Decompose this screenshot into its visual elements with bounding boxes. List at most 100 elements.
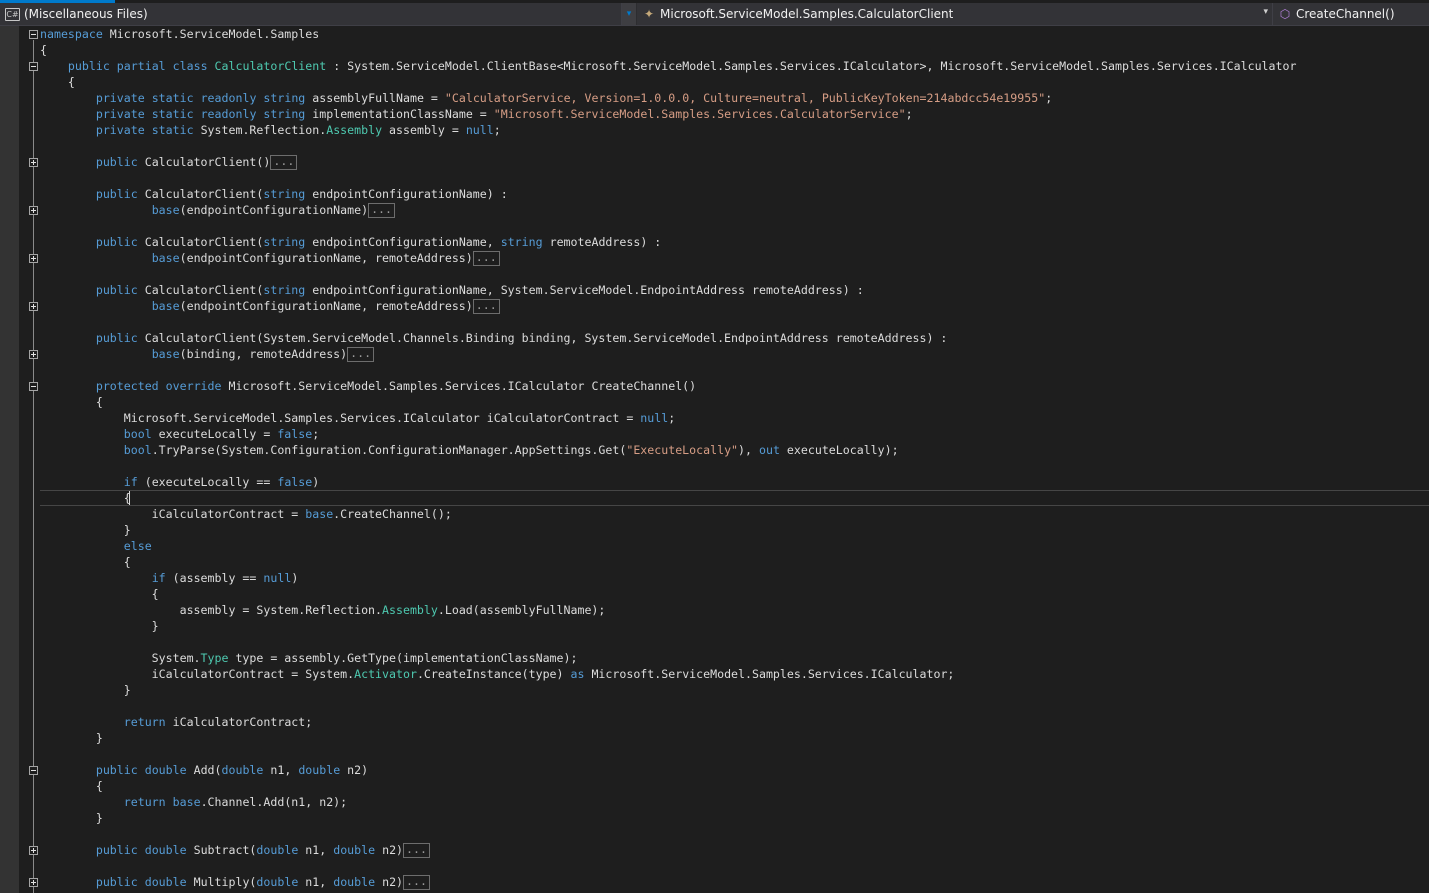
code-line[interactable]: return iCalculatorContract; — [40, 714, 312, 730]
project-dropdown-arrow[interactable]: ▾ — [622, 3, 636, 25]
code-line[interactable]: public CalculatorClient(System.ServiceMo… — [40, 330, 948, 346]
code-token: System.Reflection. — [193, 123, 327, 137]
code-line[interactable]: public CalculatorClient(string endpointC… — [40, 234, 661, 250]
code-line[interactable]: } — [40, 682, 131, 698]
code-line[interactable]: private static readonly string assemblyF… — [40, 90, 1052, 106]
code-editor[interactable]: namespace Microsoft.ServiceModel.Samples… — [0, 26, 1429, 893]
code-line[interactable]: private static System.Reflection.Assembl… — [40, 122, 501, 138]
code-line[interactable]: iCalculatorContract = base.CreateChannel… — [40, 506, 452, 522]
code-line[interactable]: public double Add(double n1, double n2) — [40, 762, 368, 778]
code-token: string — [263, 107, 306, 121]
code-token: ) — [312, 475, 320, 489]
code-line[interactable]: { — [40, 586, 159, 602]
collapsed-region-marker[interactable]: ... — [472, 251, 500, 266]
member-dropdown[interactable]: ⬡ CreateChannel() — [1273, 3, 1429, 25]
code-line[interactable]: { — [40, 554, 131, 570]
fold-collapse-class[interactable] — [29, 62, 38, 71]
code-token: string — [263, 235, 306, 249]
fold-expand-ctor-2[interactable] — [29, 206, 38, 215]
code-token: { — [40, 555, 131, 569]
code-line[interactable]: } — [40, 810, 103, 826]
code-line[interactable]: if (executeLocally == false) — [40, 474, 319, 490]
fold-collapse-namespace[interactable] — [29, 30, 38, 39]
code-token: { — [40, 491, 131, 505]
collapsed-region-marker[interactable]: ... — [368, 203, 396, 218]
code-line[interactable]: public CalculatorClient()... — [40, 154, 298, 170]
code-line[interactable]: if (assembly == null) — [40, 570, 299, 586]
code-line[interactable]: public CalculatorClient(string endpointC… — [40, 282, 864, 298]
code-token: : System.ServiceModel.ClientBase<Microso… — [326, 59, 1297, 73]
code-line[interactable]: { — [40, 490, 131, 506]
code-line[interactable]: assembly = System.Reflection.Assembly.Lo… — [40, 602, 606, 618]
code-line[interactable]: } — [40, 618, 159, 634]
code-line[interactable]: } — [40, 522, 131, 538]
code-token: n1, — [298, 843, 334, 857]
code-token: null — [465, 123, 494, 137]
code-line[interactable]: private static readonly string implement… — [40, 106, 913, 122]
collapsed-region-marker[interactable]: ... — [472, 299, 500, 314]
code-token: } — [40, 523, 131, 537]
collapsed-region-marker[interactable]: ... — [403, 875, 430, 890]
code-line[interactable]: bool executeLocally = false; — [40, 426, 319, 442]
code-token: if — [123, 475, 138, 489]
code-line[interactable]: base(endpointConfigurationName)... — [40, 202, 396, 218]
code-line[interactable]: protected override Microsoft.ServiceMode… — [40, 378, 696, 394]
code-line[interactable]: bool.TryParse(System.Configuration.Confi… — [40, 442, 899, 458]
fold-expand-ctor-3[interactable] — [29, 254, 38, 263]
fold-expand-multiply[interactable] — [29, 878, 38, 887]
code-line[interactable]: return base.Channel.Add(n1, n2); — [40, 794, 347, 810]
code-token: Multiply( — [186, 875, 257, 889]
code-token: base — [151, 347, 180, 361]
code-token: base — [151, 203, 180, 217]
class-icon: ✦ — [643, 7, 655, 21]
code-token: (executeLocally == — [137, 475, 278, 489]
fold-collapse-add[interactable] — [29, 766, 38, 775]
fold-collapse-createchannel[interactable] — [29, 382, 38, 391]
code-token: public — [95, 875, 138, 889]
code-line[interactable]: System.Type type = assembly.GetType(impl… — [40, 650, 578, 666]
code-token: readonly — [200, 91, 257, 105]
collapsed-region-marker[interactable]: ... — [270, 155, 298, 170]
code-token: private — [95, 107, 145, 121]
fold-expand-subtract[interactable] — [29, 846, 38, 855]
fold-expand-ctor-1[interactable] — [29, 158, 38, 167]
code-token: ; — [1045, 91, 1053, 105]
code-token: double — [144, 875, 187, 889]
type-dropdown[interactable]: ✦ Microsoft.ServiceModel.Samples.Calcula… — [637, 3, 1273, 25]
code-line[interactable]: { — [40, 74, 75, 90]
code-token: public — [95, 155, 138, 169]
code-token: { — [40, 587, 159, 601]
code-line[interactable]: } — [40, 730, 103, 746]
code-token: CalculatorClient( — [137, 235, 264, 249]
code-line[interactable]: base(binding, remoteAddress)... — [40, 346, 375, 362]
code-line[interactable]: { — [40, 778, 103, 794]
code-token: else — [123, 539, 152, 553]
code-line[interactable]: public double Subtract(double n1, double… — [40, 842, 430, 858]
code-line[interactable]: public double Multiply(double n1, double… — [40, 874, 430, 890]
code-line[interactable]: Microsoft.ServiceModel.Samples.Services.… — [40, 410, 675, 426]
project-dropdown[interactable]: C# (Miscellaneous Files) — [0, 3, 622, 25]
code-line[interactable]: base(endpointConfigurationName, remoteAd… — [40, 298, 500, 314]
code-line[interactable]: { — [40, 42, 47, 58]
code-token: readonly — [200, 107, 257, 121]
code-line[interactable]: public CalculatorClient(string endpointC… — [40, 186, 508, 202]
code-line[interactable]: else — [40, 538, 152, 554]
csharp-file-icon: C# — [5, 7, 20, 21]
code-token: return — [123, 795, 166, 809]
fold-expand-ctor-4[interactable] — [29, 302, 38, 311]
collapsed-region-marker[interactable]: ... — [347, 347, 375, 362]
code-line[interactable]: namespace Microsoft.ServiceModel.Samples — [40, 26, 319, 42]
code-line[interactable]: iCalculatorContract = System.Activator.C… — [40, 666, 955, 682]
code-token: static — [151, 91, 194, 105]
code-token: public — [95, 283, 138, 297]
code-line[interactable]: { — [40, 394, 103, 410]
code-line[interactable]: public partial class CalculatorClient : … — [40, 58, 1297, 74]
fold-expand-ctor-5[interactable] — [29, 350, 38, 359]
code-line[interactable]: base(endpointConfigurationName, remoteAd… — [40, 250, 500, 266]
collapsed-region-marker[interactable]: ... — [403, 843, 430, 858]
